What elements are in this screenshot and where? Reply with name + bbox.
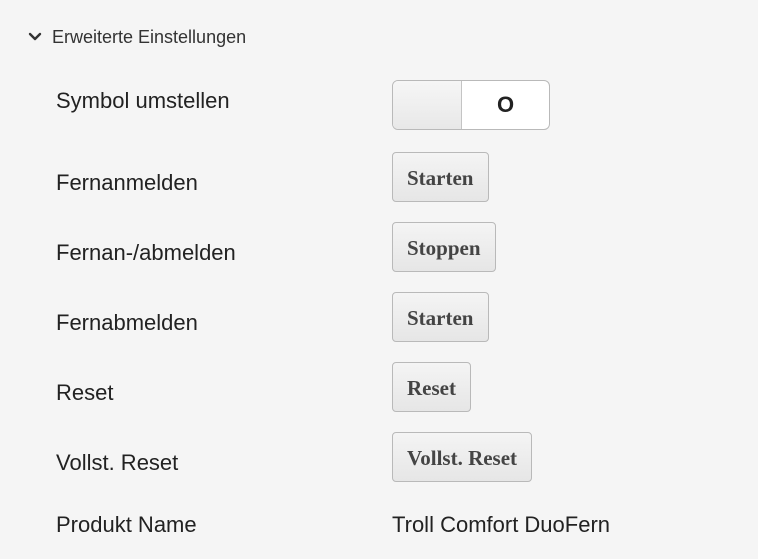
row-vollst-reset: Vollst. Reset Vollst. Reset: [0, 432, 758, 488]
produkt-name-value: Troll Comfort DuoFern: [392, 512, 611, 537]
symbol-umstellen-switch[interactable]: O: [392, 80, 550, 130]
vollst-reset-button[interactable]: Vollst. Reset: [392, 432, 533, 482]
fernan-abmelden-stop-button[interactable]: Stoppen: [392, 222, 496, 272]
row-fernanmelden: Fernanmelden Starten: [0, 152, 758, 208]
fernabmelden-label: Fernabmelden: [56, 310, 198, 335]
section-title: Erweiterte Einstellungen: [52, 26, 247, 47]
row-reset: Reset Reset: [0, 362, 758, 418]
symbol-umstellen-label: Symbol umstellen: [56, 88, 230, 113]
chevron-down-icon: [28, 32, 42, 41]
fernanmelden-start-button[interactable]: Starten: [392, 152, 489, 202]
switch-state: O: [496, 92, 515, 117]
reset-button[interactable]: Reset: [392, 362, 471, 412]
fernan-abmelden-label: Fernan-/abmelden: [56, 240, 236, 265]
switch-knob: [393, 81, 462, 129]
row-produkt-name: Produkt Name Troll Comfort DuoFern: [0, 502, 758, 558]
produkt-name-label: Produkt Name: [56, 512, 197, 537]
row-symbol-umstellen: Symbol umstellen O: [0, 76, 758, 132]
fernabmelden-start-button[interactable]: Starten: [392, 292, 489, 342]
vollst-reset-label: Vollst. Reset: [56, 450, 179, 475]
advanced-settings-toggle[interactable]: Erweiterte Einstellungen: [28, 22, 246, 52]
row-fernabmelden: Fernabmelden Starten: [0, 292, 758, 348]
settings-panel: Erweiterte Einstellungen Symbol umstelle…: [0, 0, 758, 559]
reset-label: Reset: [56, 380, 114, 405]
row-fernan-abmelden: Fernan-/abmelden Stoppen: [0, 222, 758, 278]
fernanmelden-label: Fernanmelden: [56, 170, 198, 195]
